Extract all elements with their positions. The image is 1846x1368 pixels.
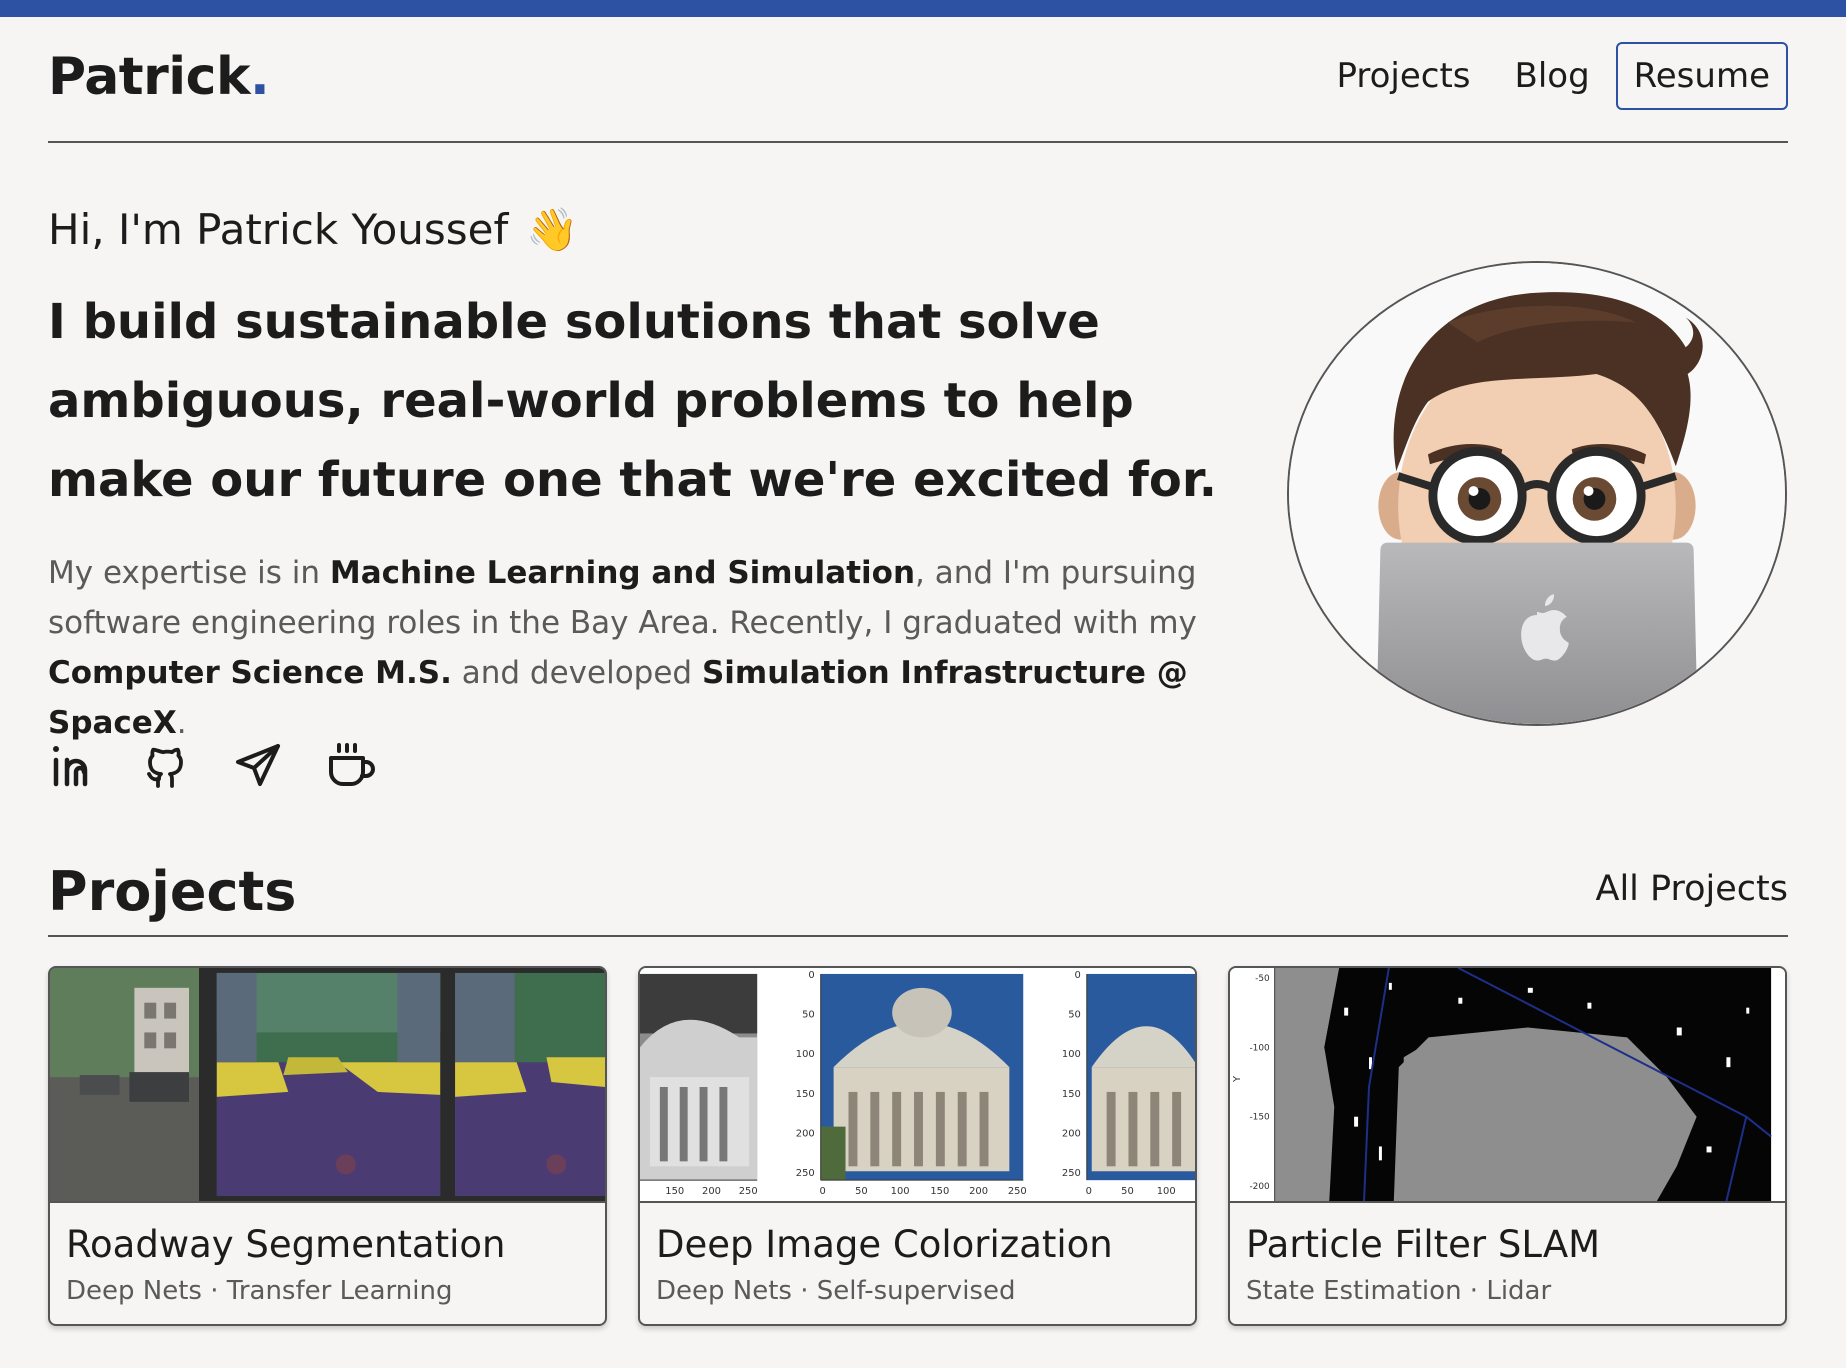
top-accent-bar [0,0,1846,17]
deep-image-colorization-thumbnail: 0 50 100 150 200 250 0 50 100 150 200 25… [640,968,1195,1203]
send-icon [236,744,280,786]
tick-label: 50 [1121,1186,1134,1197]
projects-heading: Projects [48,860,297,923]
linkedin-icon [53,746,88,787]
project-tags: Deep Nets · Self-supervised [656,1276,1016,1306]
logo-dot: . [250,47,270,107]
tick-label: 150 [1062,1089,1081,1100]
particle-filter-slam-thumbnail: -50 -100 -150 -200 Y [1230,968,1785,1203]
axis-label: Y [1232,1075,1243,1083]
project-cards: Roadway Segmentation Deep Nets · Transfe… [48,966,1787,1326]
tick-label: -150 [1249,1113,1270,1123]
projects-section-header: Projects All Projects [48,855,1788,937]
site-header: Patrick. Projects Blog Resume [48,17,1788,143]
greeting-text: Hi, I'm Patrick Youssef [48,205,509,254]
tick-label: 50 [855,1186,868,1197]
site-logo[interactable]: Patrick. [48,47,270,107]
tick-label: 150 [665,1186,684,1197]
tick-label: 0 [820,1186,826,1197]
project-title: Deep Image Colorization [656,1223,1113,1266]
github-link[interactable] [141,742,189,790]
tick-label: 100 [796,1049,815,1060]
logo-text: Patrick [48,47,251,107]
bio-text-4: . [176,705,187,741]
tick-label: 50 [802,1010,815,1021]
github-icon [147,747,183,788]
tick-label: 0 [1086,1186,1092,1197]
coffee-icon [329,743,375,786]
tick-label: 150 [930,1186,949,1197]
tick-label: 0 [808,970,814,981]
bio-text-3: and developed [451,655,702,691]
profile-avatar [1287,261,1787,726]
project-tags: State Estimation · Lidar [1246,1276,1552,1306]
social-links [48,742,375,790]
project-card-particle-filter-slam[interactable]: -50 -100 -150 -200 Y Particle Filter SLA… [1228,966,1787,1326]
memoji-avatar-image [1289,263,1785,724]
tick-label: -100 [1249,1043,1270,1053]
bio-highlight-degree: Computer Science M.S. [48,655,452,691]
bio-text-1: My expertise is in [48,555,330,591]
bio-highlight-expertise: Machine Learning and Simulation [329,555,916,591]
roadway-segmentation-thumbnail [50,968,605,1203]
project-title: Particle Filter SLAM [1246,1223,1601,1266]
project-title: Roadway Segmentation [66,1223,506,1266]
tick-label: 100 [891,1186,910,1197]
project-card-deep-image-colorization[interactable]: 0 50 100 150 200 250 0 50 100 150 200 25… [638,966,1197,1326]
project-tags: Deep Nets · Transfer Learning [66,1276,453,1306]
tick-label: 250 [1008,1186,1027,1197]
buy-me-coffee-link[interactable] [327,742,375,790]
greeting: Hi, I'm Patrick Youssef 👋 [48,205,579,255]
linkedin-link[interactable] [48,742,96,790]
all-projects-link[interactable]: All Projects [1596,869,1789,909]
tick-label: 0 [1075,970,1081,981]
hero-bio: My expertise is in Machine Learning and … [48,548,1248,748]
tick-label: 200 [969,1186,988,1197]
main-nav: Projects Blog Resume [1314,42,1788,110]
tick-label: 200 [702,1186,721,1197]
project-card-roadway-segmentation[interactable]: Roadway Segmentation Deep Nets · Transfe… [48,966,607,1326]
tick-label: 200 [1062,1129,1081,1140]
tick-label: -50 [1255,974,1270,984]
nav-blog-link[interactable]: Blog [1493,42,1612,110]
tick-label: -200 [1249,1182,1270,1192]
tick-label: 250 [796,1168,815,1179]
hero-headline: I build sustainable solutions that solve… [48,294,1217,508]
resume-button[interactable]: Resume [1615,42,1788,110]
tick-label: 50 [1068,1010,1081,1021]
tick-label: 250 [739,1186,758,1197]
nav-projects-link[interactable]: Projects [1314,42,1492,110]
waving-hand-emoji: 👋 [526,205,579,254]
tick-label: 100 [1157,1186,1176,1197]
tick-label: 150 [796,1089,815,1100]
email-link[interactable] [234,742,282,790]
tick-label: 100 [1062,1049,1081,1060]
tick-label: 200 [796,1129,815,1140]
tick-label: 250 [1062,1168,1081,1179]
